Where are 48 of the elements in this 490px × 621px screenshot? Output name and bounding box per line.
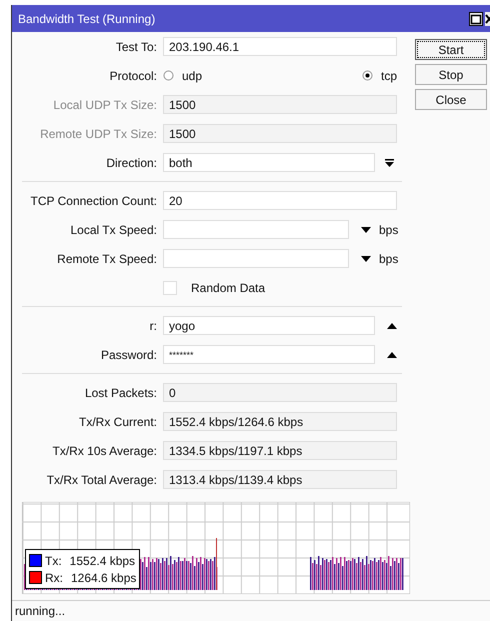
- field-label: Local Tx Speed:: [69, 222, 158, 236]
- legend-label: Tx:: [45, 554, 62, 568]
- input-field[interactable]: 20: [163, 191, 397, 210]
- readout-field: 1334.5 kbps/1197.1 kbps: [163, 441, 397, 460]
- radio-label[interactable]: tcp: [380, 68, 397, 82]
- dropdown-arrow-icon[interactable]: [361, 226, 371, 232]
- radio-button[interactable]: [163, 70, 174, 81]
- readout-field: 0: [163, 383, 397, 402]
- field-label: Protocol:: [108, 68, 158, 82]
- field-label: TCP Connection Count:: [29, 194, 158, 208]
- field-label: Password:: [100, 348, 158, 362]
- field-label: Remote UDP Tx Size:: [39, 126, 158, 140]
- close-icon[interactable]: [485, 12, 490, 26]
- radio-label[interactable]: udp: [182, 68, 202, 82]
- field-label: Local UDP Tx Size:: [52, 98, 158, 112]
- field-label: Tx/Rx Current:: [78, 414, 158, 428]
- window-title: Bandwidth Test (Running): [18, 12, 156, 26]
- dialog-button[interactable]: Start: [415, 39, 487, 60]
- unit-label: bps: [379, 252, 398, 266]
- legend-value: 1264.6 kbps: [71, 570, 136, 584]
- dropdown-arrow-icon[interactable]: [361, 256, 371, 262]
- unit-label: bps: [379, 222, 398, 236]
- legend-value: 1552.4 kbps: [70, 554, 136, 568]
- field-label: Tx/Rx Total Average:: [46, 472, 158, 486]
- speed-field[interactable]: [163, 220, 349, 239]
- field-label: Direction:: [105, 156, 158, 170]
- field-label: Test To:: [114, 40, 158, 54]
- status-text: running...: [15, 604, 66, 618]
- collapse-arrow-icon[interactable]: [387, 322, 397, 328]
- direction-dropdown[interactable]: both: [163, 153, 375, 172]
- field-label: Remote Tx Speed:: [56, 252, 158, 266]
- input-field[interactable]: yogo: [163, 316, 375, 335]
- radio-button[interactable]: [362, 70, 373, 81]
- legend-label: Rx:: [45, 570, 63, 584]
- random-data-checkbox[interactable]: Random Data: [163, 280, 266, 294]
- maximize-icon[interactable]: [469, 12, 483, 26]
- speed-field[interactable]: [163, 249, 349, 268]
- input-field[interactable]: *******: [163, 345, 375, 364]
- readout-field: 1313.4 kbps/1139.4 kbps: [163, 470, 397, 489]
- dropdown-icon[interactable]: [385, 158, 394, 166]
- readout-field: 1552.4 kbps/1264.6 kbps: [163, 412, 397, 431]
- collapse-arrow-icon[interactable]: [387, 352, 397, 358]
- dialog-button[interactable]: Close: [415, 89, 487, 110]
- dialog-button[interactable]: Stop: [415, 64, 487, 85]
- input-field[interactable]: 203.190.46.1: [163, 37, 397, 56]
- field-label: r:: [148, 318, 158, 332]
- field-label: Lost Packets:: [84, 386, 158, 400]
- field-label: Tx/Rx 10s Average:: [52, 444, 158, 458]
